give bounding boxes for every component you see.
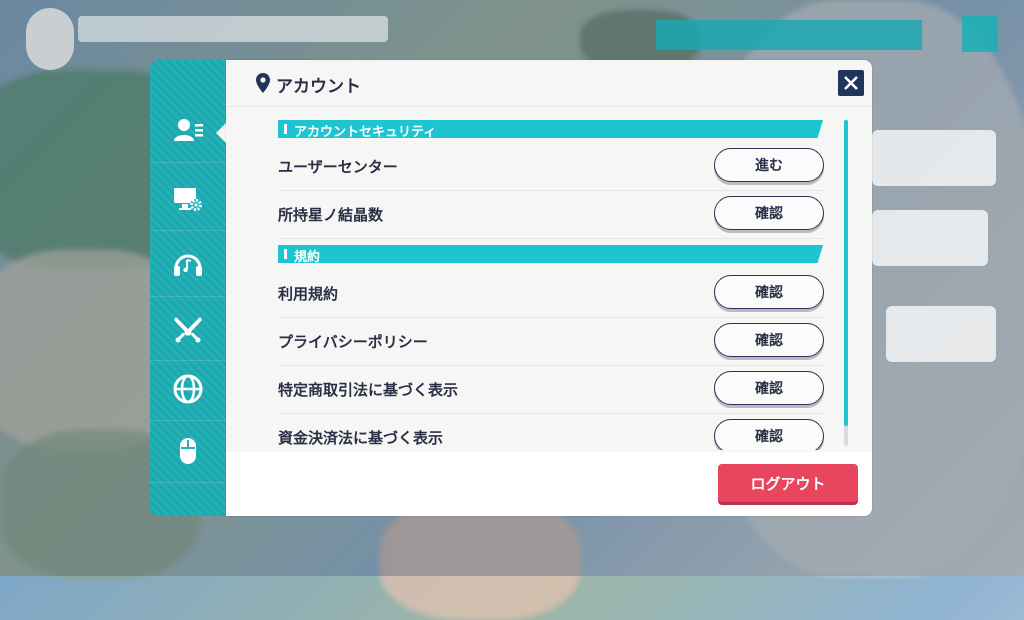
list-item-terms-of-use: 利用規約 確認 bbox=[278, 269, 824, 318]
background-side-button bbox=[886, 306, 996, 362]
background-resource-bar bbox=[78, 16, 388, 42]
section-label: アカウントセキュリティ bbox=[294, 125, 437, 140]
list-item-payment-services-act: 資金決済法に基づく表示 確認 bbox=[278, 413, 824, 450]
mouse-icon bbox=[180, 438, 196, 464]
tab-audio[interactable] bbox=[150, 234, 226, 297]
location-pin-icon bbox=[256, 73, 270, 93]
confirm-button[interactable]: 確認 bbox=[714, 275, 824, 309]
tab-display-settings[interactable] bbox=[150, 168, 226, 231]
confirm-button[interactable]: 確認 bbox=[714, 323, 824, 357]
tab-controls[interactable] bbox=[150, 420, 226, 483]
section-header-account-security: アカウントセキュリティ bbox=[278, 120, 823, 138]
battle-swords-icon bbox=[174, 317, 202, 343]
close-button[interactable] bbox=[838, 70, 864, 96]
confirm-button[interactable]: 確認 bbox=[714, 196, 824, 230]
row-label: 資金決済法に基づく表示 bbox=[278, 429, 444, 447]
audio-headphones-icon bbox=[174, 254, 202, 276]
background-side-button bbox=[872, 210, 988, 266]
tab-battle[interactable] bbox=[150, 298, 226, 361]
language-globe-icon bbox=[173, 374, 203, 404]
dialog-header: アカウント bbox=[226, 60, 872, 107]
confirm-button[interactable]: 確認 bbox=[714, 371, 824, 405]
list-item-user-center: ユーザーセンター 進む bbox=[278, 142, 824, 191]
background-avatar bbox=[26, 8, 74, 70]
section-header-terms: 規約 bbox=[278, 245, 823, 263]
background-side-button bbox=[872, 130, 996, 186]
list-item-privacy-policy: プライバシーポリシー 確認 bbox=[278, 317, 824, 366]
more-icon bbox=[171, 494, 205, 516]
row-label: プライバシーポリシー bbox=[278, 333, 428, 351]
close-icon bbox=[844, 76, 858, 90]
scrollbar-thumb[interactable] bbox=[844, 120, 848, 426]
account-dialog: アカウント アカウントセキュリティ ユーザーセンター 進む 所持星ノ結晶数 確認… bbox=[226, 60, 872, 516]
row-label: 特定商取引法に基づく表示 bbox=[278, 381, 459, 399]
account-icon bbox=[174, 119, 203, 141]
section-label: 規約 bbox=[294, 250, 321, 265]
row-label: ユーザーセンター bbox=[278, 158, 398, 176]
tab-more[interactable] bbox=[150, 480, 226, 516]
tab-language[interactable] bbox=[150, 358, 226, 421]
row-label: 所持星ノ結晶数 bbox=[278, 206, 384, 224]
confirm-button[interactable]: 確認 bbox=[714, 419, 824, 450]
tab-account[interactable] bbox=[150, 100, 226, 163]
list-item-star-crystal-count: 所持星ノ結晶数 確認 bbox=[278, 190, 824, 239]
display-settings-icon bbox=[174, 188, 202, 211]
row-label: 利用規約 bbox=[278, 285, 339, 303]
settings-list: アカウントセキュリティ ユーザーセンター 進む 所持星ノ結晶数 確認 規約 利用… bbox=[278, 120, 824, 450]
go-button[interactable]: 進む bbox=[714, 148, 824, 182]
active-tab-pointer bbox=[216, 123, 226, 143]
dialog-title: アカウント bbox=[276, 77, 361, 97]
background-title-bar bbox=[656, 20, 922, 50]
background-close-button bbox=[962, 16, 998, 52]
dialog-footer: ログアウト bbox=[226, 452, 872, 516]
list-item-commercial-transactions: 特定商取引法に基づく表示 確認 bbox=[278, 365, 824, 414]
logout-button[interactable]: ログアウト bbox=[718, 464, 858, 502]
